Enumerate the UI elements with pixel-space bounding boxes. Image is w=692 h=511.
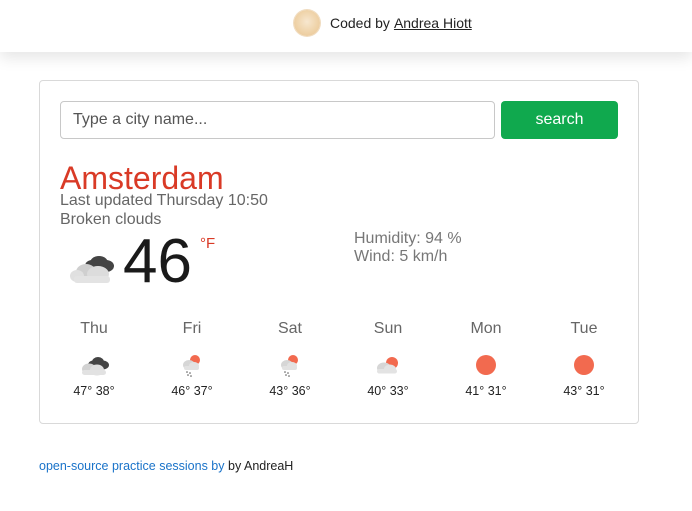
search-button[interactable]: search [501,101,618,139]
current-temperature: 46 [123,227,192,296]
forecast-temps: 41° 31° [465,384,507,398]
wind: Wind: 5 km/h [354,248,448,265]
footer-suffix: by AndreaH [228,459,294,473]
credit-prefix: Coded by [330,15,390,31]
forecast-day: Fri 46° 37° [143,319,241,398]
temperature-unit-toggle[interactable]: °F [200,235,215,252]
forecast-day-name: Fri [182,320,202,337]
footer: open-source practice sessions by by Andr… [39,459,293,473]
partly-cloudy-icon [377,357,398,374]
forecast-day-name: Sun [373,320,403,337]
rain-sun-icon [281,355,298,377]
top-bar: Coded by Andrea Hiott [0,0,692,52]
forecast-temps: 40° 33° [367,384,409,398]
forecast-day-name: Thu [80,320,108,337]
search-input[interactable] [60,101,495,139]
forecast-temps: 43° 36° [269,384,311,398]
humidity: Humidity: 94 % [354,230,462,247]
rain-sun-icon [183,355,200,377]
forecast-day-name: Tue [570,320,598,337]
forecast-day: Tue 43° 31° [535,319,633,398]
forecast-day: Thu 47° 38° [45,319,143,398]
weather-card: search Amsterdam Last updated Thursday 1… [39,80,639,424]
forecast-day: Mon 41° 31° [437,319,535,398]
broken-clouds-icon [82,357,109,376]
broken-clouds-icon [70,256,114,283]
forecast: Thu 47° 38° Fri 46° 37° Sat 43° 36° Sun … [40,319,638,409]
forecast-day-name: Mon [470,320,502,337]
author-link[interactable]: Andrea Hiott [394,15,472,31]
forecast-day: Sat 43° 36° [241,319,339,398]
city-name: Amsterdam [60,160,224,196]
forecast-temps: 43° 31° [563,384,605,398]
forecast-day-name: Sat [277,320,302,337]
forecast-temps: 46° 37° [171,384,213,398]
forecast-day: Sun 40° 33° [339,319,437,398]
open-source-link[interactable]: open-source practice sessions by [39,459,225,473]
avatar [294,10,320,36]
sun-icon [476,355,496,375]
credit: Coded by Andrea Hiott [294,9,472,37]
forecast-temps: 47° 38° [73,384,115,398]
sun-icon [574,355,594,375]
last-updated: Last updated Thursday 10:50 [60,192,268,209]
